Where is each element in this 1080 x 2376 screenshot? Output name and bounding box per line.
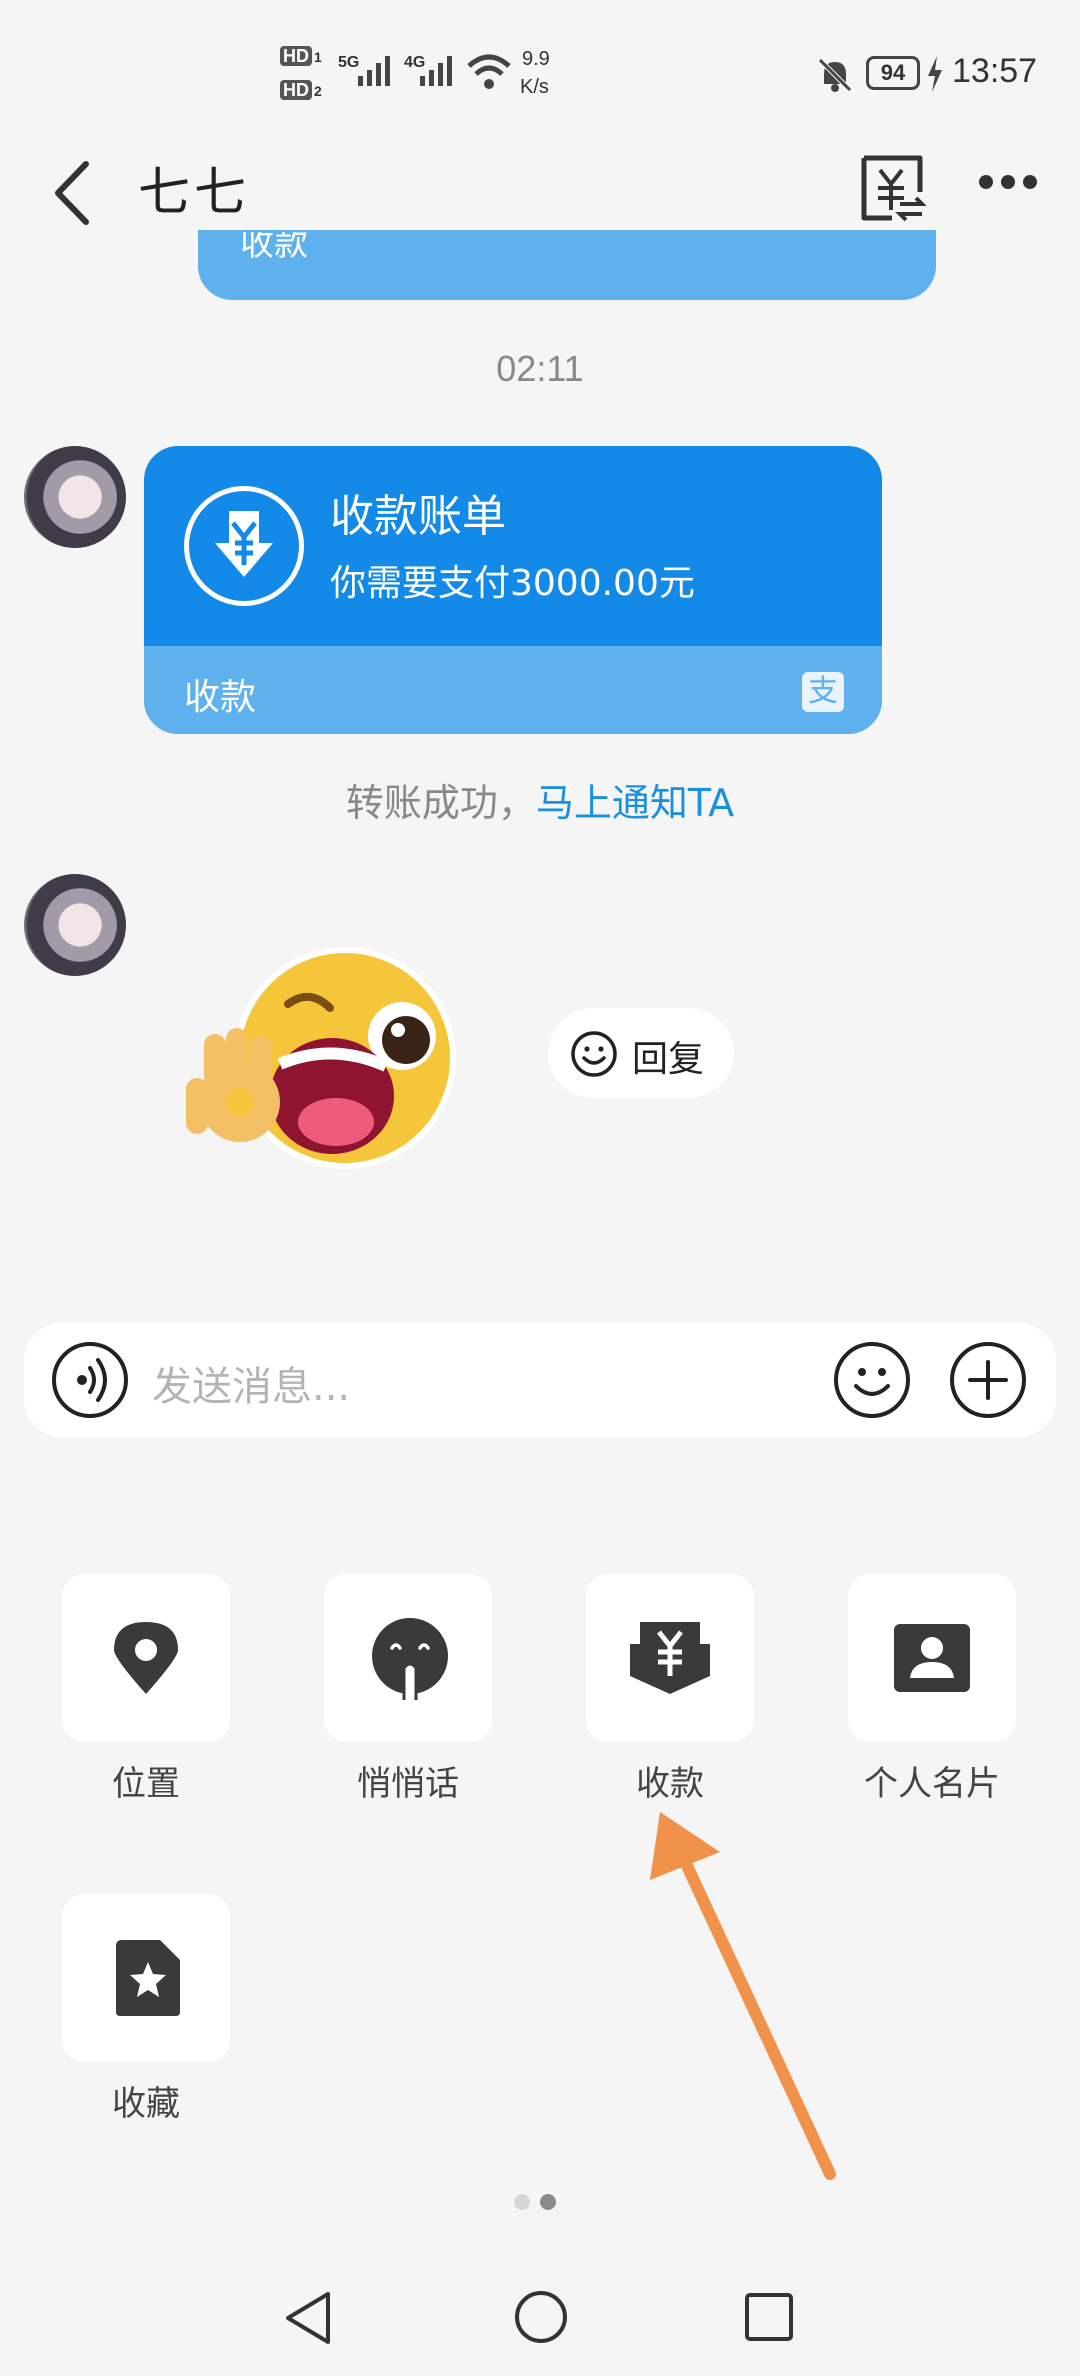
hd2-indicator: HD 2 <box>280 80 322 101</box>
wifi-icon <box>467 54 511 89</box>
nav-back-icon[interactable] <box>280 2288 336 2348</box>
back-icon[interactable] <box>48 158 98 228</box>
hd1-indicator: HD 1 <box>280 46 322 67</box>
panel-item-location[interactable] <box>62 1574 230 1742</box>
net-speed-value: 9.9 <box>522 48 550 70</box>
more-icon[interactable] <box>978 172 1038 192</box>
location-pin-icon <box>114 1622 178 1694</box>
emoji-icon[interactable] <box>832 1340 912 1420</box>
contact-card-icon <box>894 1624 970 1692</box>
payment-card-previous-label: 收款 <box>240 232 308 264</box>
reply-button[interactable]: 回复 <box>548 1008 734 1098</box>
page-indicator-dot <box>514 2194 530 2210</box>
voice-icon[interactable] <box>50 1340 130 1420</box>
panel-item-label: 悄悄话 <box>357 1764 459 1804</box>
payment-card-title: 收款账单 <box>330 491 506 542</box>
battery-level: 94 <box>880 60 906 85</box>
yuan-transfer-icon[interactable] <box>858 152 926 224</box>
panel-item-label: 收款 <box>636 1764 704 1804</box>
annotation-arrow <box>650 1812 836 2180</box>
whisper-icon <box>372 1618 448 1700</box>
mute-bell-icon <box>818 58 852 92</box>
avatar[interactable] <box>24 874 126 976</box>
signal-icon <box>358 56 390 86</box>
panel-item-label: 位置 <box>112 1764 180 1804</box>
panel-item-contact-card[interactable] <box>848 1574 1016 1742</box>
smiley-icon <box>571 1031 617 1077</box>
alipay-icon: 支 <box>802 672 844 712</box>
payment-card-footer-label: 收款 <box>184 677 257 718</box>
message-input[interactable]: 发送消息... <box>152 1354 350 1412</box>
page-indicator-dot-active <box>540 2194 556 2210</box>
system-navigation-bar <box>0 2260 1080 2376</box>
panel-item-label: 收藏 <box>112 2084 180 2124</box>
payment-request-card[interactable]: 收款账单 你需要支付3000.00元 收款 支 <box>144 446 882 734</box>
avatar[interactable] <box>24 446 126 548</box>
receive-payment-icon <box>630 1622 710 1694</box>
battery-icon: 94 <box>866 56 920 90</box>
net-speed-unit: K/s <box>520 76 549 98</box>
panel-item-whisper[interactable] <box>324 1574 492 1742</box>
payment-card-previous[interactable] <box>198 230 936 300</box>
message-timestamp: 02:11 <box>496 348 584 389</box>
status-bar: HD 1 HD 2 5G 4G 9.9 K/s 94 13:57 <box>0 0 1080 140</box>
transfer-notice: 转账成功，马上通知TA <box>0 772 1080 827</box>
nav-home-icon[interactable] <box>512 2288 570 2346</box>
notify-link[interactable]: 马上通知TA <box>536 781 734 825</box>
transfer-notice-text: 转账成功， <box>345 781 536 825</box>
message-input-bar: 发送消息... <box>24 1322 1056 1438</box>
page-title: 七七 <box>138 163 251 223</box>
panel-item-receive-payment[interactable] <box>586 1574 754 1742</box>
reply-label: 回复 <box>632 1039 705 1080</box>
signal-icon <box>420 56 452 86</box>
payment-card-amount: 你需要支付3000.00元 <box>330 563 695 604</box>
favorite-file-icon <box>116 1940 180 2016</box>
panel-item-label: 个人名片 <box>864 1764 1000 1804</box>
ok-shout-emoji-sticker[interactable] <box>180 938 470 1188</box>
yuan-download-icon <box>184 486 304 606</box>
clock: 13:57 <box>952 52 1038 90</box>
plus-icon[interactable] <box>948 1340 1028 1420</box>
nav-recents-icon[interactable] <box>742 2290 796 2344</box>
panel-item-favorites[interactable] <box>62 1894 230 2062</box>
charging-icon <box>928 56 942 92</box>
